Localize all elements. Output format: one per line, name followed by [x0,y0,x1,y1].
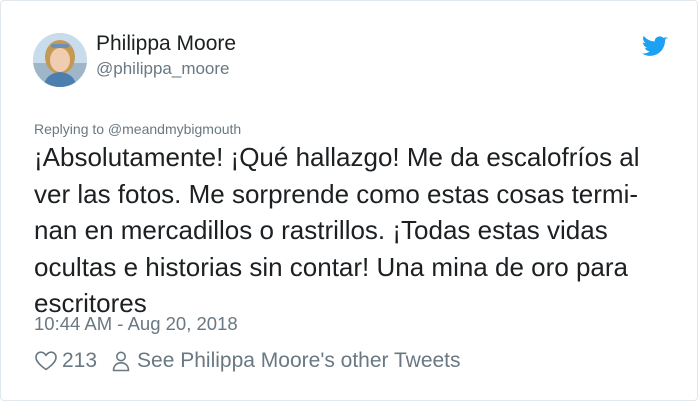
person-icon [112,351,130,372]
tweet-actions: 213 See Philippa Moore's other Tweets [34,346,461,376]
timestamp-link[interactable]: 10:44 AM - Aug 20, 2018 [34,313,238,335]
tweet-text: ¡Absolutamente! ¡Qué hallazgo! Me da esc… [34,139,674,322]
twitter-bird-icon[interactable] [642,36,668,58]
tweet-line: ocultas e historias sin contar! Una mina… [34,251,628,282]
author-name[interactable]: Philippa Moore [96,32,236,56]
other-tweets-link[interactable]: See Philippa Moore's other Tweets [137,349,460,373]
avatar-photo [33,33,87,87]
heart-icon[interactable] [34,349,58,373]
tweet-card: Philippa Moore @philippa_moore Replying … [0,0,698,401]
author-handle[interactable]: @philippa_moore [96,59,230,79]
tweet-line: nan en mercadillos o rastrillos. ¡Todas … [34,215,608,245]
reply-context[interactable]: Replying to @meandmybigmouth [34,121,241,137]
tweet-line: ver las fotos. Me sorprende como estas c… [34,178,639,209]
tweet-line: ¡Absolutamente! ¡Qué hallazgo! Me da esc… [34,142,640,172]
avatar[interactable] [33,33,87,87]
like-count[interactable]: 213 [62,349,97,373]
